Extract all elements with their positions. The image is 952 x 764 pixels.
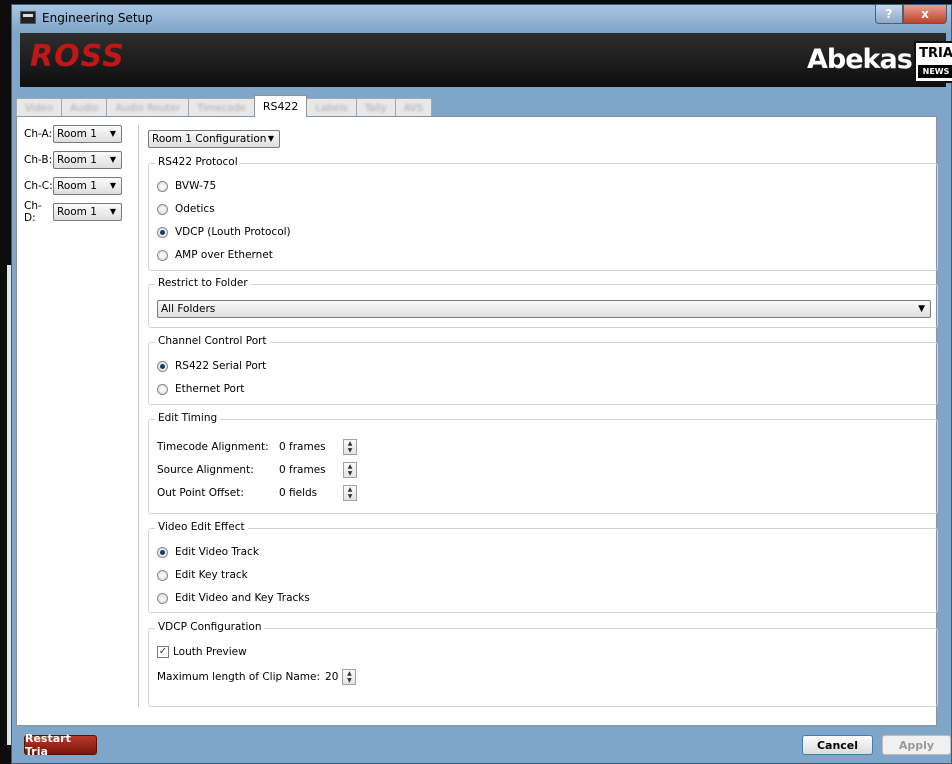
radio-ethernet-port[interactable]: Ethernet Port [157,383,244,395]
chevron-down-icon: ▼ [109,155,116,164]
stepper-icon[interactable]: ▲ ▼ [343,462,357,478]
edit-timing-group: Edit Timing Timecode Alignment: 0 frames… [148,412,938,514]
panel-divider [138,125,139,707]
tab-audio[interactable]: Audio [61,98,108,117]
tab-video[interactable]: Video [16,98,63,117]
clip-name-length-row: Maximum length of Clip Name: 20 ▲ ▼ [157,669,357,685]
tria-logo-text: TRIA [919,46,952,61]
channel-row-c: Ch-C: Room 1 ▼ [24,177,138,195]
channel-label: Ch-A: [24,128,53,140]
channel-a-select[interactable]: Room 1 ▼ [53,125,122,143]
louth-preview-checkbox[interactable]: ✓ Louth Preview [157,646,247,658]
channel-d-select[interactable]: Room 1 ▼ [53,203,122,221]
channel-row-d: Ch-D: Room 1 ▼ [24,200,138,224]
radio-odetics[interactable]: Odetics [157,203,215,215]
chevron-down-icon: ▼ [109,129,116,138]
cancel-button[interactable]: Cancel [802,735,873,755]
group-title: Edit Timing [155,412,221,424]
group-title: Channel Control Port [155,335,270,347]
radio-edit-video-track[interactable]: Edit Video Track [157,546,259,558]
group-title: Restrict to Folder [155,277,251,289]
tria-news-logo: TRIA NEWS [914,41,952,83]
timecode-alignment-row: Timecode Alignment: 0 frames ▲ ▼ [157,439,357,455]
channel-b-select[interactable]: Room 1 ▼ [53,151,122,169]
apply-button[interactable]: Apply [882,735,951,755]
channel-label: Ch-D: [24,200,42,224]
news-logo-text: NEWS [918,65,952,78]
checkbox-checked-icon[interactable]: ✓ [157,646,169,658]
radio-selected-icon[interactable] [157,546,168,558]
timing-value[interactable]: 0 frames [279,441,343,453]
channel-row-b: Ch-B: Room 1 ▼ [24,151,138,169]
timing-value[interactable]: 0 fields [279,487,343,499]
group-title: Video Edit Effect [155,521,248,533]
radio-vdcp[interactable]: VDCP (Louth Protocol) [157,226,291,238]
group-title: VDCP Configuration [155,621,265,633]
channel-label: Ch-B: [24,154,53,166]
tab-labels[interactable]: Labels [306,98,357,117]
folder-select[interactable]: All Folders ▼ [157,300,931,318]
chevron-down-icon: ▼ [109,181,116,190]
radio-amp-over-ethernet[interactable]: AMP over Ethernet [157,249,273,261]
ross-logo: ROSS [30,39,125,74]
channel-label: Ch-C: [24,180,53,192]
channel-row-a: Ch-A: Room 1 ▼ [24,125,138,143]
radio-edit-key-track[interactable]: Edit Key track [157,569,248,581]
stepper-icon[interactable]: ▲ ▼ [343,485,357,501]
tab-audio-router[interactable]: Audio Router [106,98,190,117]
radio-icon[interactable] [157,592,168,604]
timing-label: Source Alignment: [157,464,254,476]
source-alignment-row: Source Alignment: 0 frames ▲ ▼ [157,462,357,478]
out-point-offset-row: Out Point Offset: 0 fields ▲ ▼ [157,485,357,501]
chevron-down-icon: ▼ [109,207,116,216]
radio-selected-icon[interactable] [157,226,168,238]
clip-name-value[interactable]: 20 [325,671,338,683]
radio-selected-icon[interactable] [157,360,168,372]
tab-timecode[interactable]: Timecode [188,98,255,117]
clip-name-label: Maximum length of Clip Name: [157,671,321,683]
radio-rs422-serial-port[interactable]: RS422 Serial Port [157,360,266,372]
group-title: RS422 Protocol [155,156,241,168]
configuration-select[interactable]: Room 1 Configuration ▼ [148,130,280,148]
timing-value[interactable]: 0 frames [279,464,343,476]
radio-icon[interactable] [157,203,168,215]
stepper-icon[interactable]: ▲ ▼ [342,669,357,685]
video-edit-effect-group: Video Edit Effect Edit Video Track Edit … [148,521,938,613]
help-button[interactable]: ? [875,5,903,24]
window-left-edge [7,265,11,745]
restrict-folder-group: Restrict to Folder All Folders ▼ [148,277,938,328]
app-icon [20,11,36,24]
title-bar[interactable]: Engineering Setup ? x [12,5,951,33]
rs422-protocol-group: RS422 Protocol BVW-75 Odetics VDCP (Lout… [148,156,938,271]
brand-banner: ROSS Abekas TRIA NEWS [20,33,952,87]
chevron-down-icon: ▼ [918,304,925,314]
radio-icon[interactable] [157,569,168,581]
stepper-icon[interactable]: ▲ ▼ [343,439,357,455]
radio-edit-video-and-key[interactable]: Edit Video and Key Tracks [157,592,310,604]
chevron-down-icon: ▼ [267,134,274,143]
channel-list: Ch-A: Room 1 ▼ Ch-B: Room 1 ▼ Ch-C: Room 1… [24,125,138,229]
tab-rs422[interactable]: RS422 [253,95,308,117]
radio-bvw-75[interactable]: BVW-75 [157,180,216,192]
radio-icon[interactable] [157,249,168,261]
tab-avs[interactable]: AVS [394,98,433,117]
window-title: Engineering Setup [42,11,153,25]
settings-tabs: Video Audio Audio Router Timecode RS422 … [16,95,433,117]
restart-tria-button[interactable]: Restart Tria [24,732,97,758]
close-button[interactable]: x [903,5,947,24]
timing-label: Out Point Offset: [157,487,244,499]
abekas-logo: Abekas [807,44,913,75]
radio-icon[interactable] [157,180,168,192]
channel-control-port-group: Channel Control Port RS422 Serial Port E… [148,335,938,405]
vdcp-configuration-group: VDCP Configuration ✓ Louth Preview Maxim… [148,621,938,707]
radio-icon[interactable] [157,383,168,395]
timing-label: Timecode Alignment: [157,441,269,453]
channel-c-select[interactable]: Room 1 ▼ [53,177,122,195]
tab-tally[interactable]: Tally [355,98,396,117]
